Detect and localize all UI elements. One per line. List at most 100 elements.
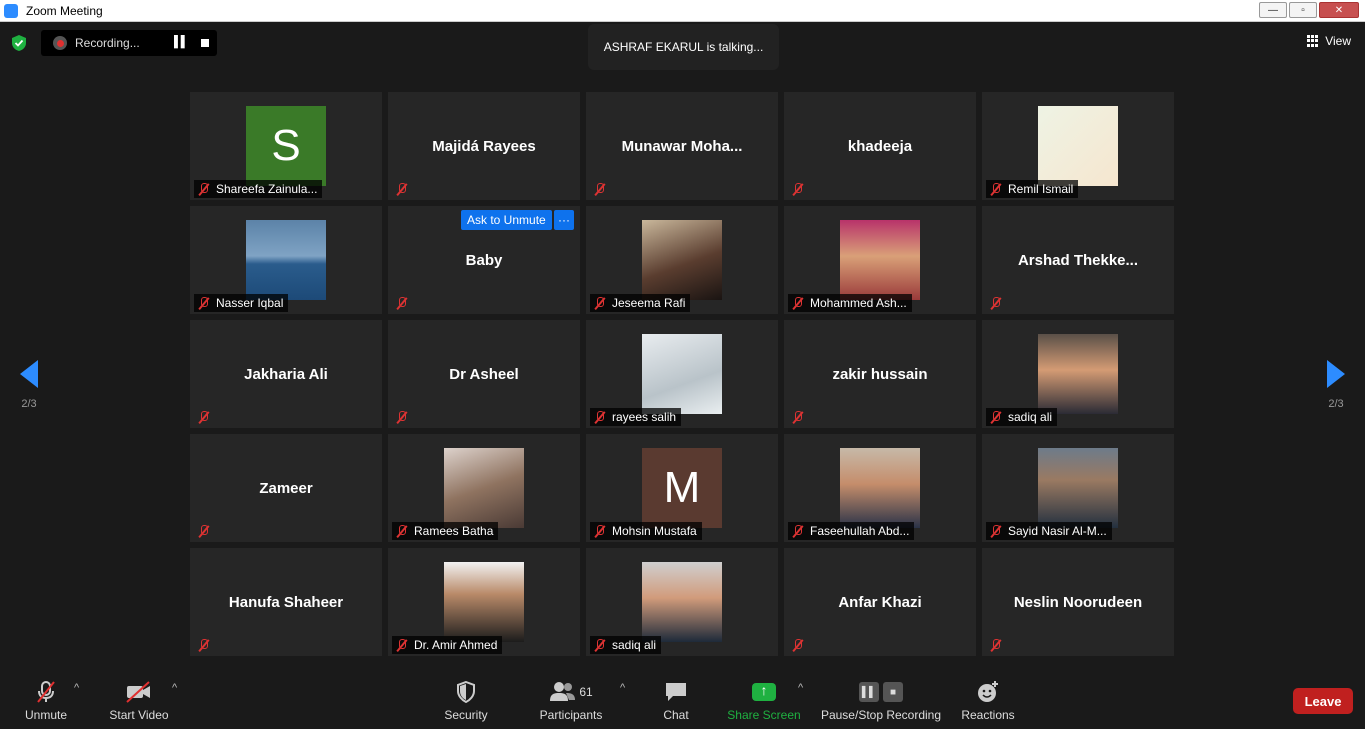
smiley-plus-icon [978,681,998,702]
arrow-left-icon [20,360,38,388]
zoom-app-icon [4,3,18,18]
participant-initial-avatar: M [642,448,722,528]
participants-button[interactable]: 61 Participants [536,680,606,722]
minimize-button[interactable]: — [1259,2,1287,18]
participant-tile[interactable]: Zameer [190,434,382,542]
participant-tile[interactable]: M Mohsin Mustafa [586,434,778,542]
talking-indicator: ASHRAF EKARUL is talking... [588,24,779,70]
security-label: Security [444,708,488,722]
participant-nameplate: Mohsin Mustafa [590,522,702,540]
participant-name-label: Ramees Batha [414,524,494,538]
window-controls: — ▫ ✕ [1259,2,1359,18]
recording-label: Recording... [75,36,140,50]
participants-count: 61 [579,685,593,699]
muted-mic-icon [396,182,408,196]
participant-tile[interactable]: zakir hussain [784,320,976,428]
participant-photo [246,220,326,300]
muted-mic-icon [396,410,408,424]
muted-mic-icon [990,410,1002,424]
participant-nameplate [788,636,815,654]
security-button[interactable]: Security [440,680,492,722]
participant-tile[interactable]: Sayid Nasir Al-M... [982,434,1174,542]
video-off-icon [126,681,150,703]
audio-options-caret-icon[interactable]: ^ [74,682,79,694]
muted-mic-icon [990,296,1002,310]
participant-nameplate: Dr. Amir Ahmed [392,636,503,654]
participant-tile[interactable]: Dr. Amir Ahmed [388,548,580,656]
page-indicator-right: 2/3 [1328,398,1344,410]
shield-icon [457,681,475,703]
participant-tile[interactable]: Jakharia Ali [190,320,382,428]
participant-tile[interactable]: sadiq ali [586,548,778,656]
participant-tile[interactable]: Munawar Moha... [586,92,778,200]
participant-tile[interactable]: S Shareefa Zainula... [190,92,382,200]
participant-tile[interactable]: Faseehullah Abd... [784,434,976,542]
participant-tile[interactable]: Mohammed Ash... [784,206,976,314]
restore-button[interactable]: ▫ [1289,2,1317,18]
participant-nameplate: Remil Ismail [986,180,1079,198]
meeting-toolbar: Unmute ^ Start Video ^ Security 61 Parti… [0,672,1365,729]
participant-tile[interactable]: Nasser Iqbal [190,206,382,314]
page-indicator-left: 2/3 [21,398,37,410]
participant-tile[interactable]: khadeeja [784,92,976,200]
participant-tile[interactable]: Baby Ask to Unmute ··· [388,206,580,314]
security-shield-icon[interactable] [10,34,28,52]
muted-mic-icon [396,296,408,310]
share-screen-button[interactable]: Share Screen [726,680,802,722]
participant-photo [840,448,920,528]
muted-mic-icon [990,638,1002,652]
participant-tile[interactable]: sadiq ali [982,320,1174,428]
stop-recording-icon[interactable] [201,39,209,47]
more-options-button[interactable]: ··· [554,210,574,230]
participant-tile[interactable]: Arshad Thekke... [982,206,1174,314]
stop-icon: ■ [883,682,903,702]
participant-nameplate [590,180,617,198]
leave-button[interactable]: Leave [1293,688,1353,714]
recording-dot-icon [53,36,67,50]
view-button[interactable]: View [1307,34,1351,48]
participant-nameplate [788,408,815,426]
grid-view-icon [1307,35,1319,47]
start-video-button[interactable]: Start Video [104,680,174,722]
participant-tile[interactable]: Remil Ismail [982,92,1174,200]
participant-name-label: Faseehullah Abd... [810,524,910,538]
video-options-caret-icon[interactable]: ^ [172,682,177,694]
participant-nameplate [392,408,419,426]
unmute-button[interactable]: Unmute [18,680,74,722]
title-bar: Zoom Meeting — ▫ ✕ [0,0,1365,22]
participant-tile[interactable]: Hanufa Shaheer [190,548,382,656]
participants-options-caret-icon[interactable]: ^ [620,682,625,694]
share-options-caret-icon[interactable]: ^ [798,682,803,694]
share-screen-label: Share Screen [727,708,801,722]
pause-recording-icon[interactable]: ▌▌ [174,36,189,48]
close-button[interactable]: ✕ [1319,2,1359,18]
participant-tile[interactable]: Anfar Khazi [784,548,976,656]
participant-tile[interactable]: Dr Asheel [388,320,580,428]
ask-to-unmute-button[interactable]: Ask to Unmute [461,210,552,230]
participant-nameplate [392,180,419,198]
participant-name-label: Mohammed Ash... [810,296,907,310]
previous-page-button[interactable]: 2/3 [14,360,44,410]
chat-bubble-icon [666,683,686,701]
next-page-button[interactable]: 2/3 [1321,360,1351,410]
participant-nameplate: Nasser Iqbal [194,294,289,312]
participant-tile[interactable]: rayees salih [586,320,778,428]
muted-mic-icon [198,638,210,652]
view-label: View [1325,34,1351,48]
pause-stop-recording-button[interactable]: ▌▌ ■ Pause/Stop Recording [818,680,944,722]
reactions-button[interactable]: Reactions [958,680,1018,722]
participant-name-label: Mohsin Mustafa [612,524,697,538]
window-title: Zoom Meeting [26,3,103,18]
chat-button[interactable]: Chat [654,680,698,722]
muted-mic-icon [396,524,408,538]
participant-photo [1038,106,1118,186]
participant-tile[interactable]: Ramees Batha [388,434,580,542]
participant-name-label: Remil Ismail [1008,182,1074,196]
muted-mic-icon [990,182,1002,196]
muted-mic-icon [198,182,210,196]
participant-name-label: Sayid Nasir Al-M... [1008,524,1107,538]
participant-tile[interactable]: Majidá Rayees [388,92,580,200]
participant-tile[interactable]: Jeseema Rafi [586,206,778,314]
participant-tile[interactable]: Neslin Noorudeen [982,548,1174,656]
participant-photo [642,220,722,300]
